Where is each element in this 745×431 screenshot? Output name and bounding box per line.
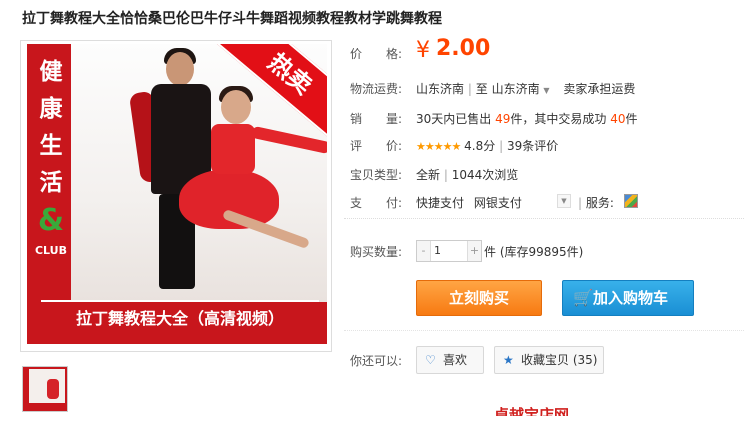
price-value: 2.00 (436, 36, 491, 61)
rating-stars-icon: ★★★★★ (416, 140, 461, 153)
product-poster: 健 康 生 活 & CLUB 热卖 拉丁舞教程大全（高清视频） (27, 44, 327, 344)
quantity-stepper: - 1 + (416, 240, 482, 262)
buy-now-button[interactable]: 立刻购买 (416, 280, 542, 316)
cart-icon: 🛒 (573, 288, 593, 307)
reviews-link[interactable]: 39条评价 (507, 139, 558, 153)
payment-methods: 快捷支付 网银支付 (416, 196, 522, 210)
item-type-info: 全新 | 1044次浏览 (416, 168, 519, 182)
service-badge-icon[interactable] (624, 194, 638, 208)
sales-info: 30天内已售出 49件，其中交易成功 40件 (416, 112, 638, 126)
thumbnail-image[interactable] (22, 366, 68, 412)
quantity-input[interactable]: 1 (432, 241, 468, 261)
like-button[interactable]: ♡ 喜欢 (416, 346, 484, 374)
favorite-button[interactable]: ★ 收藏宝贝 (35) (494, 346, 604, 374)
heart-icon: ♡ (425, 353, 436, 367)
quantity-decrease-button[interactable]: - (417, 241, 431, 261)
quantity-label: 购买数量: (350, 245, 403, 259)
payment-dropdown-icon[interactable]: ▼ (557, 194, 571, 208)
rating-label: 评 价: (350, 139, 403, 153)
shipping-destination-select[interactable]: 山东济南 ▼ (492, 82, 550, 96)
poster-caption: 拉丁舞教程大全（高清视频） (41, 300, 319, 336)
item-type-label: 宝贝类型: (350, 168, 403, 182)
shipping-label: 物流运费: (350, 82, 403, 96)
chevron-down-icon: ▼ (543, 86, 550, 95)
star-icon: ★ (503, 353, 514, 367)
product-title: 拉丁舞教程大全恰恰桑巴伦巴牛仔斗牛舞蹈视频教程教材学跳舞教程 (22, 11, 442, 27)
payment-label: 支 付: (350, 196, 403, 210)
sales-label: 销 量: (350, 112, 403, 126)
divider (344, 330, 744, 331)
rating-info: ★★★★★ 4.8分 | 39条评价 (416, 139, 559, 153)
shipping-route: 山东济南 | 至 山东济南 ▼ 卖家承担运费 (416, 82, 636, 96)
quantity-increase-button[interactable]: + (467, 241, 481, 261)
divider (344, 218, 744, 219)
service-info: | 服务: (578, 196, 614, 210)
main-product-image[interactable]: 健 康 生 活 & CLUB 热卖 拉丁舞教程大全（高清视频） (20, 40, 332, 352)
poster-side-slogan: 健 康 生 活 & CLUB (34, 59, 67, 257)
shop-banner-text: 卓越宝店网 (494, 406, 570, 416)
price-label: 价 格: (350, 47, 403, 61)
extra-actions-label: 你还可以: (350, 354, 403, 368)
stock-info: 件 (库存99895件) (484, 245, 584, 259)
currency-symbol: ¥ (416, 38, 430, 63)
add-to-cart-button[interactable]: 🛒 加入购物车 (562, 280, 694, 316)
